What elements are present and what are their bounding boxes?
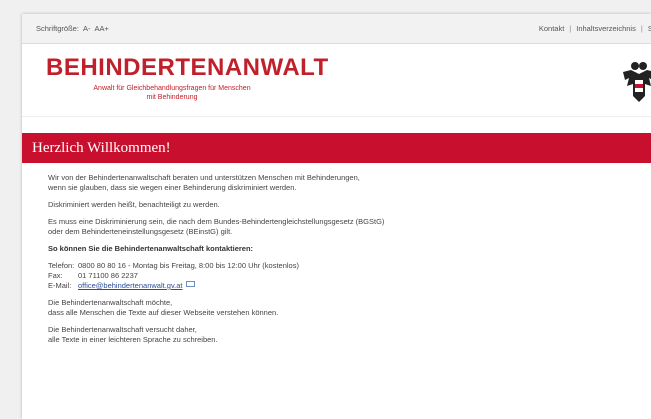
site-header: BEHINDERTENANWALT Anwalt für Gleichbehan…	[22, 44, 651, 117]
font-smaller-button[interactable]: A-	[83, 24, 91, 33]
definition-paragraph: Diskriminiert werden heißt, benachteilig…	[48, 200, 220, 209]
main-content: Wir von der Behindertenanwaltschaft bera…	[22, 163, 651, 345]
link-inhaltsverzeichnis[interactable]: Inhaltsverzeichnis	[576, 24, 636, 33]
phone-label: Telefon:	[48, 261, 75, 270]
email-label: E-Mail:	[48, 281, 72, 290]
site-logo-subtitle: Anwalt für Gleichbehandlungsfragen für M…	[52, 84, 292, 102]
subtitle-line: mit Behinderung	[146, 94, 198, 101]
mail-icon[interactable]	[185, 281, 195, 287]
link-kontakt[interactable]: Kontakt	[539, 24, 564, 33]
fax-row: Fax: 01 71100 86 2237	[48, 271, 651, 281]
text-line: oder dem Behinderteneinstellungsgesetz (…	[48, 227, 233, 236]
fax-value: 01 71100 86 2237	[78, 271, 138, 280]
font-larger-button[interactable]: A+	[99, 24, 108, 33]
text-line: alle Texte in einer leichteren Sprache z…	[48, 335, 218, 344]
text-line: dass alle Menschen die Texte auf dieser …	[48, 308, 279, 317]
accessibility-paragraph: Die Behindertenanwaltschaft möchte, dass…	[48, 298, 651, 318]
font-size-controls: Schriftgröße: A- A A+	[36, 24, 109, 33]
top-bar: Schriftgröße: A- A A+ Kontakt | Inhaltsve…	[22, 14, 651, 44]
site-logo-title[interactable]: BEHINDERTENANWALT	[46, 54, 329, 82]
text-line: Die Behindertenanwaltschaft möchte,	[48, 298, 173, 307]
fax-label: Fax:	[48, 271, 63, 280]
austrian-eagle-icon	[623, 62, 651, 102]
contact-block: Telefon: 0800 80 80 16 - Montag bis Frei…	[48, 261, 651, 291]
font-size-label: Schriftgröße:	[36, 24, 79, 33]
top-links: Kontakt | Inhaltsverzeichnis | Su	[539, 24, 651, 33]
email-row: E-Mail: office@behindertenanwalt.gv.at	[48, 281, 651, 291]
text-line: Wir von der Behindertenanwaltschaft bera…	[48, 173, 360, 182]
separator: |	[640, 24, 643, 33]
intro-paragraph: Wir von der Behindertenanwaltschaft bera…	[48, 173, 651, 193]
separator: |	[569, 24, 572, 33]
phone-value: 0800 80 80 16 - Montag bis Freitag, 8:00…	[78, 261, 299, 270]
law-paragraph: Es muss eine Diskriminierung sein, die n…	[48, 217, 651, 237]
email-link[interactable]: office@behindertenanwalt.gv.at	[78, 281, 183, 291]
text-line: Es muss eine Diskriminierung sein, die n…	[48, 217, 385, 226]
contact-heading: So können Sie die Behindertenanwaltschaf…	[48, 244, 254, 253]
subtitle-line: Anwalt für Gleichbehandlungsfragen für M…	[93, 85, 251, 92]
page: Schriftgröße: A- A A+ Kontakt | Inhaltsve…	[22, 14, 651, 419]
welcome-banner: Herzlich Willkommen!	[22, 133, 651, 163]
text-line: Die Behindertenanwaltschaft versucht dah…	[48, 325, 197, 334]
easy-language-paragraph: Die Behindertenanwaltschaft versucht dah…	[48, 325, 651, 345]
page-title: Herzlich Willkommen!	[32, 140, 171, 156]
phone-row: Telefon: 0800 80 80 16 - Montag bis Frei…	[48, 261, 651, 271]
text-line: wenn sie glauben, dass sie wegen einer B…	[48, 183, 297, 192]
